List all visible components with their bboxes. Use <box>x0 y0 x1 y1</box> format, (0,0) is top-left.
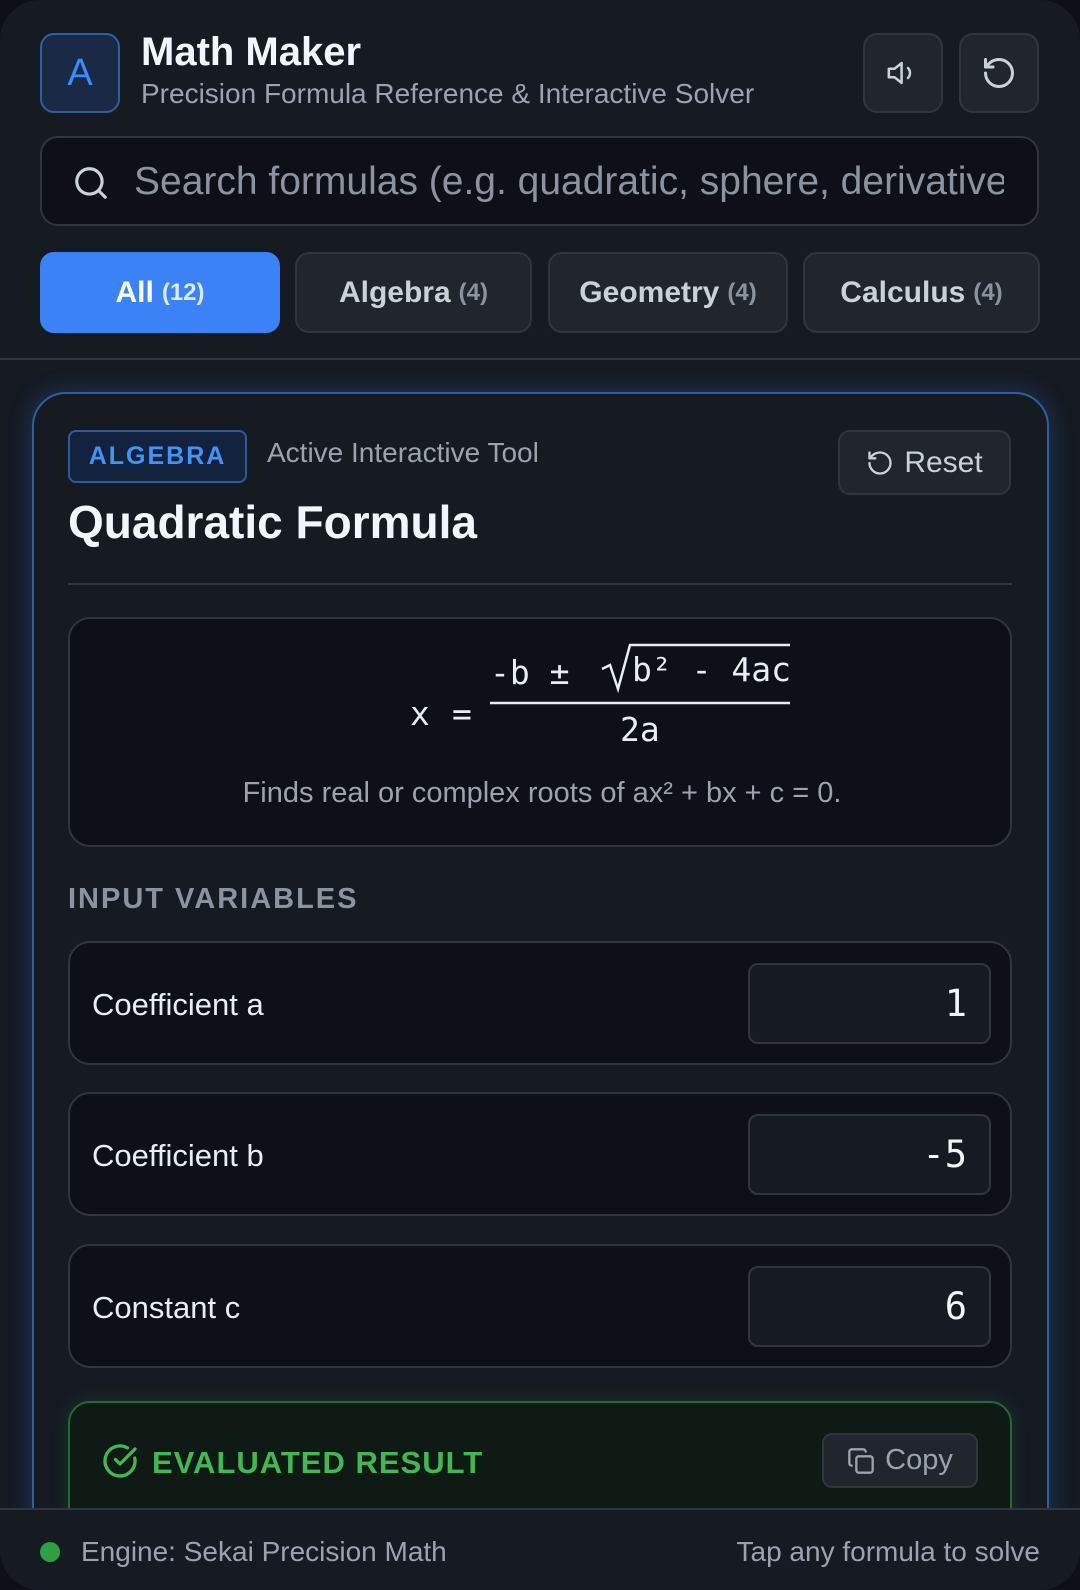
variable-label: Coefficient a <box>92 987 264 1022</box>
formula-title: Quadratic Formula <box>68 496 477 548</box>
active-tool-label: Active Interactive Tool <box>267 437 539 468</box>
logo-letter: A <box>67 51 93 94</box>
check-circle-icon <box>103 1444 137 1478</box>
variable-label: Coefficient b <box>92 1138 264 1173</box>
header: A Math Maker Precision Formula Reference… <box>0 0 1080 360</box>
formula-radicand: b² - 4ac <box>632 650 791 689</box>
status-indicator <box>40 1542 60 1562</box>
tab-count: (4) <box>458 278 489 306</box>
coefficient-b-input[interactable] <box>748 1114 991 1195</box>
tab-calculus[interactable]: Calculus (4) <box>803 252 1040 333</box>
app-logo: A <box>40 33 120 113</box>
app-subtitle: Precision Formula Reference & Interactiv… <box>141 78 755 109</box>
tab-label: All <box>115 275 154 309</box>
formula-denominator: 2a <box>620 710 660 749</box>
refresh-icon <box>984 58 1014 88</box>
tab-count: (4) <box>727 278 757 306</box>
section-label: INPUT VARIABLES <box>68 883 359 915</box>
search-bar <box>40 136 1039 226</box>
copy-label: Copy <box>885 1444 953 1476</box>
category-badge: ALGEBRA <box>68 430 247 483</box>
formula-display: x = -b ± b² - 4ac 2a Finds real or compl… <box>68 617 1012 847</box>
app-title: Math Maker <box>141 30 362 74</box>
refresh-button[interactable] <box>959 33 1039 113</box>
app-window: A Math Maker Precision Formula Reference… <box>0 0 1080 1590</box>
formula-equals: = <box>452 694 472 733</box>
sound-button[interactable] <box>863 33 943 113</box>
formula-expression: x = -b ± b² - 4ac 2a <box>410 643 791 749</box>
tab-all[interactable]: All (12) <box>40 252 280 333</box>
engine-status: Engine: Sekai Precision Math <box>81 1536 447 1567</box>
footer-hint: Tap any formula to solve <box>736 1536 1041 1567</box>
result-label: EVALUATED RESULT <box>152 1445 484 1480</box>
reset-label: Reset <box>904 445 983 479</box>
copy-button[interactable]: Copy <box>822 1433 978 1488</box>
reset-button[interactable]: Reset <box>838 430 1011 495</box>
variable-row-a: Coefficient a <box>68 941 1012 1065</box>
tab-label: Algebra <box>338 275 451 309</box>
variable-label: Constant c <box>92 1290 241 1325</box>
search-input[interactable] <box>134 150 1004 214</box>
formula-lhs: x <box>410 694 430 733</box>
status-footer: Engine: Sekai Precision Math Tap any for… <box>0 1508 1080 1590</box>
copy-icon <box>848 1447 874 1474</box>
formula-numerator-left: -b ± <box>490 653 569 692</box>
reset-icon <box>868 450 892 475</box>
variable-row-c: Constant c <box>68 1244 1012 1368</box>
formula-description: Finds real or complex roots of ax² + bx … <box>242 777 842 809</box>
tab-count: (4) <box>973 278 1003 306</box>
tab-count: (12) <box>161 278 205 306</box>
constant-c-input[interactable] <box>748 1266 991 1347</box>
tab-label: Calculus <box>840 275 966 309</box>
variable-row-b: Coefficient b <box>68 1092 1012 1216</box>
divider <box>68 583 1012 585</box>
speaker-icon <box>887 61 912 85</box>
search-icon <box>75 167 107 199</box>
coefficient-a-input[interactable] <box>748 963 991 1044</box>
tab-algebra[interactable]: Algebra (4) <box>295 252 532 333</box>
tab-label: Geometry <box>579 275 720 309</box>
tab-geometry[interactable]: Geometry (4) <box>548 252 788 333</box>
